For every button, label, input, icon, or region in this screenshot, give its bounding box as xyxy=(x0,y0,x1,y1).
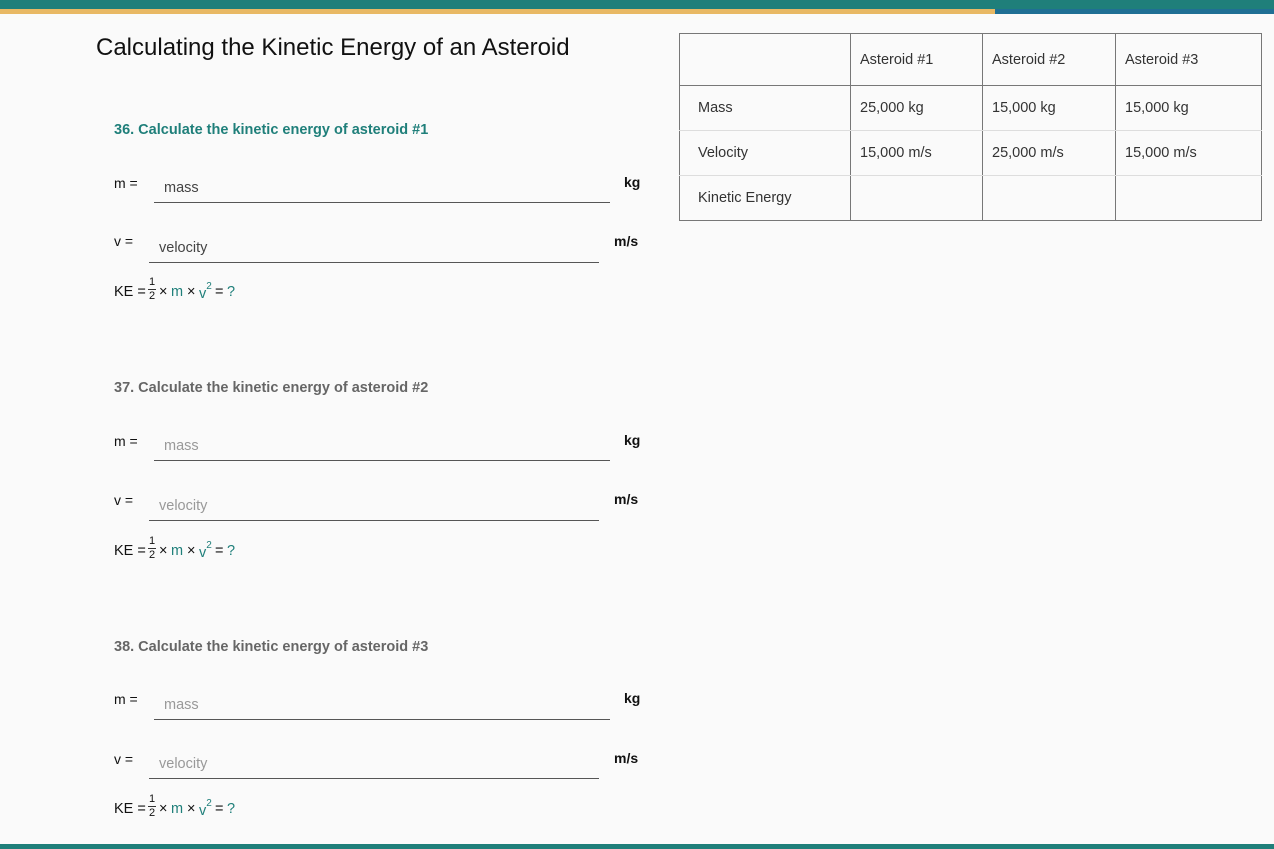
mass-label: m = xyxy=(114,433,138,449)
velocity-unit: m/s xyxy=(614,491,639,507)
formula-mass-term[interactable]: m xyxy=(171,284,183,300)
table-header-cell xyxy=(679,33,851,86)
ke-label: KE = xyxy=(114,543,146,559)
velocity-label: v = xyxy=(114,751,134,767)
ke-answer-cell[interactable] xyxy=(850,175,983,221)
asteroid-1-velocity-input[interactable] xyxy=(149,227,599,263)
row-label: Mass xyxy=(679,85,851,131)
top-blue-stripe xyxy=(995,9,1274,14)
table-row: Mass 25,000 kg 15,000 kg 15,000 kg xyxy=(679,85,1262,131)
ke-label: KE = xyxy=(114,284,146,300)
formula-mass-term[interactable]: m xyxy=(171,801,183,817)
velocity-label: v = xyxy=(114,233,134,249)
formula-velocity-term[interactable]: v2 xyxy=(199,540,212,561)
ke-answer-cell[interactable] xyxy=(982,175,1116,221)
mass-unit: kg xyxy=(624,174,641,190)
formula-mass-term[interactable]: m xyxy=(171,543,183,559)
table-cell: 15,000 kg xyxy=(1115,85,1262,131)
top-accent-bar xyxy=(0,0,1274,9)
table-cell: 15,000 m/s xyxy=(850,130,983,176)
formula-result[interactable]: ? xyxy=(227,801,235,817)
table-cell: 25,000 m/s xyxy=(982,130,1116,176)
formula-velocity-term[interactable]: v2 xyxy=(199,798,212,819)
formula-result[interactable]: ? xyxy=(227,543,235,559)
asteroid-3-mass-input[interactable] xyxy=(154,684,610,720)
table-cell: 15,000 m/s xyxy=(1115,130,1262,176)
table-row: Velocity 15,000 m/s 25,000 m/s 15,000 m/… xyxy=(679,130,1262,176)
asteroid-2-velocity-input[interactable] xyxy=(149,485,599,521)
table-cell: 15,000 kg xyxy=(982,85,1116,131)
ke-answer-cell[interactable] xyxy=(1115,175,1262,221)
velocity-unit: m/s xyxy=(614,750,639,766)
mass-label: m = xyxy=(114,175,138,191)
question-38-heading: 38. Calculate the kinetic energy of aste… xyxy=(114,639,429,655)
table-header-cell: Asteroid #2 xyxy=(982,33,1116,86)
bottom-accent-bar xyxy=(0,844,1274,849)
asteroid-1-mass-input[interactable] xyxy=(154,167,610,203)
question-36-heading: 36. Calculate the kinetic energy of aste… xyxy=(114,122,429,138)
mass-unit: kg xyxy=(624,432,641,448)
half-fraction: 12 xyxy=(148,276,156,302)
row-label: Velocity xyxy=(679,130,851,176)
ke-label: KE = xyxy=(114,801,146,817)
formula-velocity-term[interactable]: v2 xyxy=(199,281,212,302)
asteroid-2-mass-input[interactable] xyxy=(154,425,610,461)
velocity-label: v = xyxy=(114,492,134,508)
row-label: Kinetic Energy xyxy=(679,175,851,221)
top-gold-stripe xyxy=(0,9,995,14)
formula-result[interactable]: ? xyxy=(227,284,235,300)
question-37-heading: 37. Calculate the kinetic energy of aste… xyxy=(114,380,429,396)
mass-unit: kg xyxy=(624,690,641,706)
mass-label: m = xyxy=(114,691,138,707)
table-header-cell: Asteroid #1 xyxy=(850,33,983,86)
velocity-unit: m/s xyxy=(614,233,639,249)
table-header-cell: Asteroid #3 xyxy=(1115,33,1262,86)
table-header-row: Asteroid #1 Asteroid #2 Asteroid #3 xyxy=(679,33,1262,86)
page-title: Calculating the Kinetic Energy of an Ast… xyxy=(96,34,570,61)
table-row: Kinetic Energy xyxy=(679,175,1262,221)
asteroid-data-table: Asteroid #1 Asteroid #2 Asteroid #3 Mass… xyxy=(679,33,1262,221)
half-fraction: 12 xyxy=(148,535,156,561)
table-cell: 25,000 kg xyxy=(850,85,983,131)
half-fraction: 12 xyxy=(148,793,156,819)
asteroid-3-velocity-input[interactable] xyxy=(149,743,599,779)
